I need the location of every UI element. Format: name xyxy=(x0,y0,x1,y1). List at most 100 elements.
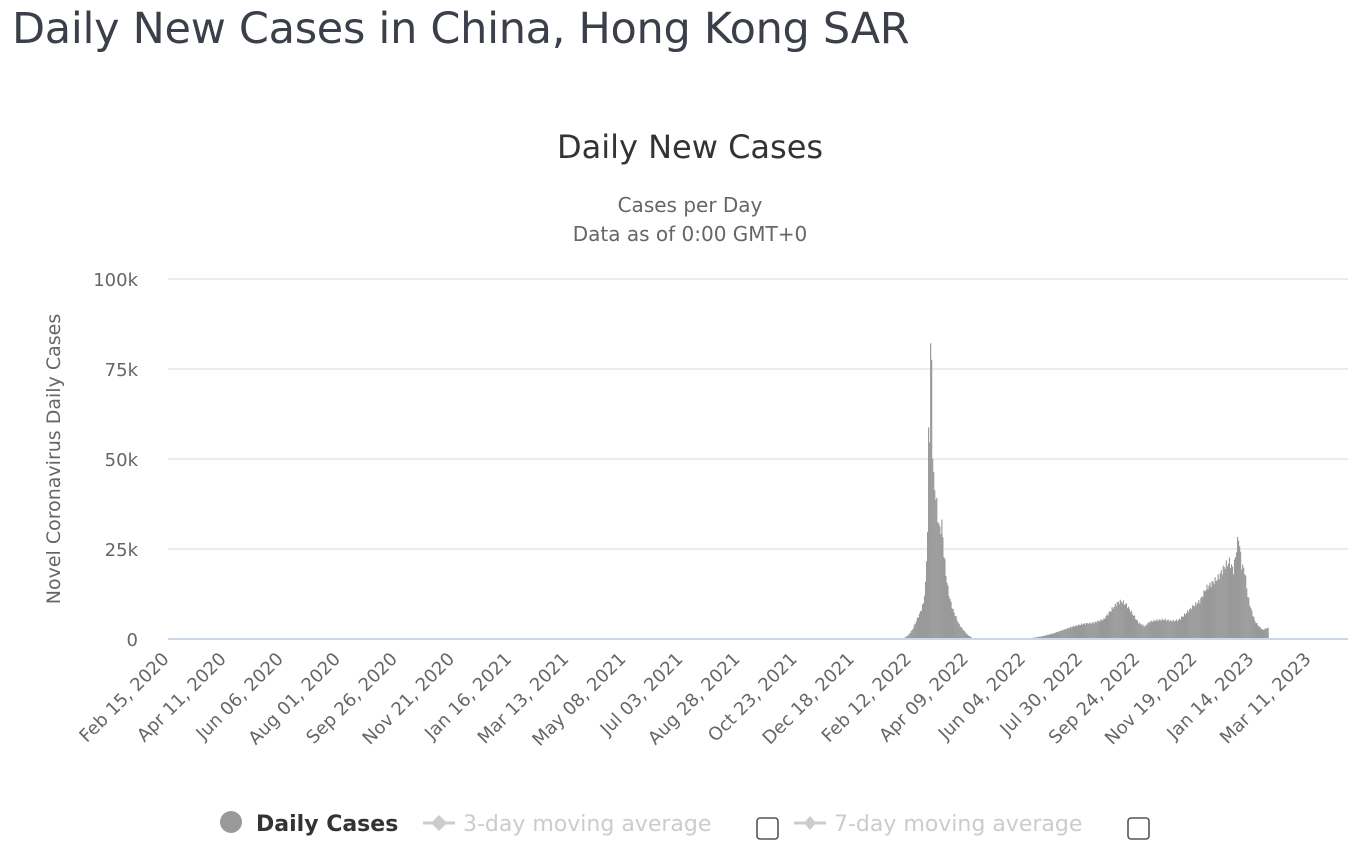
bar[interactable] xyxy=(949,598,951,639)
bar[interactable] xyxy=(1184,614,1187,639)
bar[interactable] xyxy=(1093,623,1095,639)
bar[interactable] xyxy=(1262,629,1264,639)
bar[interactable] xyxy=(1251,610,1253,639)
bar[interactable] xyxy=(954,616,956,639)
bar[interactable] xyxy=(928,427,930,639)
bar[interactable] xyxy=(1160,620,1162,639)
bar[interactable] xyxy=(1123,604,1125,639)
bar[interactable] xyxy=(914,623,916,639)
bar[interactable] xyxy=(1147,623,1149,639)
bar[interactable] xyxy=(957,622,959,639)
bar[interactable] xyxy=(1168,621,1170,639)
bar[interactable] xyxy=(1105,616,1107,639)
bar[interactable] xyxy=(1241,569,1243,639)
bar[interactable] xyxy=(1212,581,1214,639)
bar[interactable] xyxy=(1203,590,1205,639)
bar[interactable] xyxy=(1190,607,1192,639)
bar[interactable] xyxy=(1140,623,1142,639)
bar[interactable] xyxy=(1232,574,1235,639)
bar[interactable] xyxy=(1131,614,1134,639)
bar[interactable] xyxy=(1076,626,1079,639)
bar[interactable] xyxy=(1196,604,1198,639)
bar[interactable] xyxy=(931,359,933,639)
bar[interactable] xyxy=(1200,597,1202,639)
bar[interactable] xyxy=(1205,590,1207,639)
bar[interactable] xyxy=(1244,574,1246,639)
bar[interactable] xyxy=(1112,608,1114,639)
bar[interactable] xyxy=(915,621,917,639)
bar[interactable] xyxy=(1159,619,1161,639)
bar[interactable] xyxy=(1074,625,1077,639)
bar[interactable] xyxy=(921,604,924,639)
bar[interactable] xyxy=(1189,609,1191,639)
bar[interactable] xyxy=(1101,620,1103,639)
bar[interactable] xyxy=(961,628,963,639)
bar[interactable] xyxy=(1116,602,1118,639)
legend-item-3-day-average[interactable]: 3-day moving average xyxy=(423,812,711,837)
bar[interactable] xyxy=(941,519,943,639)
bar[interactable] xyxy=(1176,621,1178,639)
bar[interactable] xyxy=(1128,608,1131,639)
bar[interactable] xyxy=(1120,601,1122,639)
checkbox-3-day-average[interactable] xyxy=(756,817,779,840)
bar[interactable] xyxy=(1057,632,1059,639)
bar[interactable] xyxy=(1242,564,1244,639)
bar[interactable] xyxy=(1125,603,1128,639)
bar[interactable] xyxy=(1132,615,1135,639)
bar[interactable] xyxy=(1219,573,1221,639)
bar[interactable] xyxy=(1206,584,1208,639)
bar[interactable] xyxy=(1137,620,1139,639)
bar[interactable] xyxy=(1157,621,1159,639)
bar[interactable] xyxy=(1222,565,1224,639)
bar[interactable] xyxy=(1177,620,1180,639)
bar[interactable] xyxy=(1130,610,1133,639)
bar[interactable] xyxy=(1255,623,1257,639)
bar[interactable] xyxy=(1192,604,1194,639)
bar[interactable] xyxy=(1151,621,1153,639)
bar[interactable] xyxy=(1080,623,1083,639)
bar[interactable] xyxy=(1191,609,1193,639)
bar[interactable] xyxy=(1066,628,1068,639)
bar[interactable] xyxy=(1178,618,1181,639)
bar[interactable] xyxy=(1070,627,1072,639)
bar[interactable] xyxy=(1085,624,1087,639)
bar[interactable] xyxy=(948,596,950,639)
bar[interactable] xyxy=(1234,557,1237,639)
bar[interactable] xyxy=(1059,631,1061,639)
bar[interactable] xyxy=(1108,611,1110,639)
bar[interactable] xyxy=(1103,618,1105,639)
bar[interactable] xyxy=(925,561,928,639)
bar[interactable] xyxy=(1230,564,1233,639)
bar[interactable] xyxy=(953,612,955,639)
bar[interactable] xyxy=(1072,625,1074,639)
bar[interactable] xyxy=(951,608,953,639)
bar[interactable] xyxy=(1226,566,1228,639)
bar[interactable] xyxy=(911,629,913,639)
bar[interactable] xyxy=(1061,629,1063,639)
bar[interactable] xyxy=(1197,602,1199,639)
bar[interactable] xyxy=(1247,597,1249,639)
bar[interactable] xyxy=(1217,574,1219,639)
bar[interactable] xyxy=(924,581,927,639)
bar[interactable] xyxy=(1097,620,1099,639)
bar[interactable] xyxy=(935,499,937,639)
bar[interactable] xyxy=(1204,591,1206,639)
bar[interactable] xyxy=(1056,632,1058,639)
bar[interactable] xyxy=(1143,626,1145,639)
bar[interactable] xyxy=(1117,601,1119,639)
bar[interactable] xyxy=(1135,619,1137,639)
bar[interactable] xyxy=(959,626,961,639)
bar[interactable] xyxy=(1209,582,1211,639)
bar[interactable] xyxy=(1136,619,1138,639)
bar[interactable] xyxy=(1235,552,1238,639)
bar[interactable] xyxy=(1153,619,1155,639)
bar[interactable] xyxy=(950,601,952,639)
bar[interactable] xyxy=(1092,621,1094,639)
bar[interactable] xyxy=(1220,570,1222,639)
bar[interactable] xyxy=(1267,627,1269,639)
bar[interactable] xyxy=(1089,622,1091,639)
bar[interactable] xyxy=(1078,625,1081,639)
bar[interactable] xyxy=(940,534,942,639)
bar[interactable] xyxy=(1250,608,1252,639)
bar[interactable] xyxy=(1169,620,1171,639)
